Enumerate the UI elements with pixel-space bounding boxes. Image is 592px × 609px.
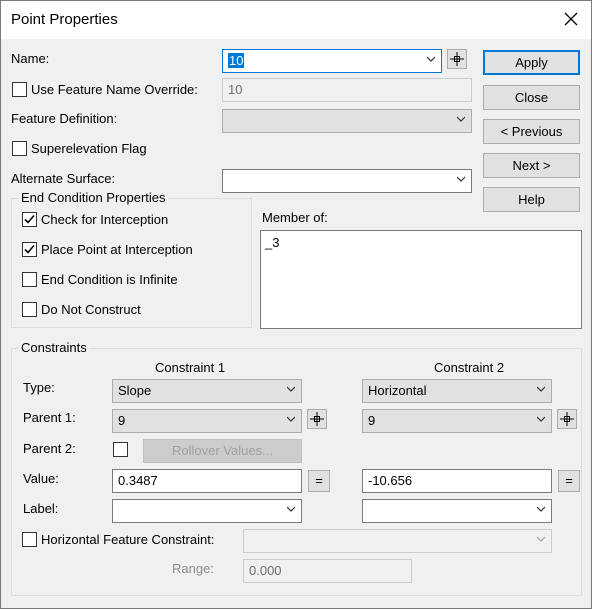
constraint1-parent1-combo[interactable]: 9 <box>112 409 302 433</box>
place-point-label: Place Point at Interception <box>41 242 193 257</box>
close-icon[interactable] <box>557 7 585 33</box>
constraint2-type-combo[interactable]: Horizontal <box>362 379 552 403</box>
crosshair-pick-icon <box>450 52 464 66</box>
superelevation-label: Superelevation Flag <box>31 141 147 156</box>
constraint1-value-field[interactable]: 0.3487 <box>112 469 302 493</box>
superelevation-checkbox[interactable] <box>12 141 27 156</box>
name-pick-button[interactable] <box>447 49 467 69</box>
constraint2-value-field[interactable]: -10.656 <box>362 469 552 493</box>
override-field[interactable]: 10 <box>222 78 472 102</box>
chevron-down-icon <box>457 176 465 182</box>
constraint1-type-combo[interactable]: Slope <box>112 379 302 403</box>
alt-surface-combo[interactable] <box>222 169 472 193</box>
chevron-down-icon <box>287 416 295 422</box>
horizontal-feature-combo[interactable] <box>243 529 552 553</box>
chevron-down-icon <box>537 506 545 512</box>
chevron-down-icon <box>427 56 435 62</box>
name-combo[interactable]: 10 <box>222 49 442 73</box>
constraint1-header: Constraint 1 <box>155 360 226 375</box>
help-button[interactable]: Help <box>483 187 580 212</box>
rollover-values-button[interactable]: Rollover Values... <box>143 439 302 463</box>
do-not-construct-label: Do Not Construct <box>41 302 141 317</box>
member-of-label: Member of: <box>262 210 328 225</box>
constraint2-label-combo[interactable] <box>362 499 552 523</box>
checkmark-icon <box>24 214 35 224</box>
check-interception-label: Check for Interception <box>41 212 169 227</box>
apply-button[interactable]: Apply <box>483 50 580 75</box>
member-of-list[interactable]: _3 <box>260 230 582 329</box>
constraint2-parent1-value: 9 <box>368 413 376 428</box>
member-of-item[interactable]: _3 <box>265 235 577 250</box>
place-point-checkbox[interactable] <box>22 242 37 257</box>
constraints-title: Constraints <box>19 340 89 355</box>
chevron-down-icon <box>537 386 545 392</box>
chevron-down-icon <box>457 116 465 122</box>
horizontal-feature-label: Horizontal Feature Constraint: <box>41 532 215 547</box>
end-condition-title: End Condition Properties <box>19 190 168 205</box>
is-infinite-label: End Condition is Infinite <box>41 272 178 287</box>
do-not-construct-checkbox[interactable] <box>22 302 37 317</box>
close-button[interactable]: Close <box>483 85 580 110</box>
chevron-down-icon <box>287 386 295 392</box>
point-properties-dialog: Point Properties Name: 10 Apply Close < … <box>0 0 592 609</box>
feature-def-combo[interactable] <box>222 109 472 133</box>
horizontal-feature-checkbox[interactable] <box>22 532 37 547</box>
constraint1-label-combo[interactable] <box>112 499 302 523</box>
crosshair-pick-icon <box>560 412 574 426</box>
chevron-down-icon <box>537 536 545 542</box>
use-override-checkbox[interactable] <box>12 82 27 97</box>
check-interception-checkbox[interactable] <box>22 212 37 227</box>
constraint2-type-value: Horizontal <box>368 383 427 398</box>
window-title: Point Properties <box>11 11 118 28</box>
constraint1-parent1-value: 9 <box>118 413 126 428</box>
constraint2-header: Constraint 2 <box>434 360 505 375</box>
previous-button[interactable]: < Previous <box>483 119 580 144</box>
parent2-label: Parent 2: <box>23 441 76 456</box>
constraint1-equals-button[interactable]: = <box>308 470 330 492</box>
crosshair-pick-icon <box>310 412 324 426</box>
use-override-label: Use Feature Name Override: <box>31 82 198 97</box>
range-field[interactable]: 0.000 <box>243 559 412 583</box>
title-bar: Point Properties <box>1 1 591 39</box>
name-label: Name: <box>11 51 50 66</box>
chevron-down-icon <box>287 506 295 512</box>
chevron-down-icon <box>537 416 545 422</box>
constraint2-parent1-pick-button[interactable] <box>557 409 577 429</box>
constraint1-parent1-pick-button[interactable] <box>307 409 327 429</box>
value-label: Value: <box>23 471 59 486</box>
alt-surface-label: Alternate Surface: <box>11 171 116 186</box>
checkmark-icon <box>24 244 35 254</box>
label-label: Label: <box>23 501 59 516</box>
constraint2-equals-button[interactable]: = <box>558 470 580 492</box>
constraint1-type-value: Slope <box>118 383 152 398</box>
range-label: Range: <box>172 561 214 576</box>
name-value: 10 <box>228 53 245 68</box>
parent1-label: Parent 1: <box>23 410 76 425</box>
feature-def-label: Feature Definition: <box>11 111 118 126</box>
type-label: Type: <box>23 380 55 395</box>
parent2-checkbox[interactable] <box>113 442 128 457</box>
is-infinite-checkbox[interactable] <box>22 272 37 287</box>
next-button[interactable]: Next > <box>483 153 580 178</box>
constraint2-parent1-combo[interactable]: 9 <box>362 409 552 433</box>
